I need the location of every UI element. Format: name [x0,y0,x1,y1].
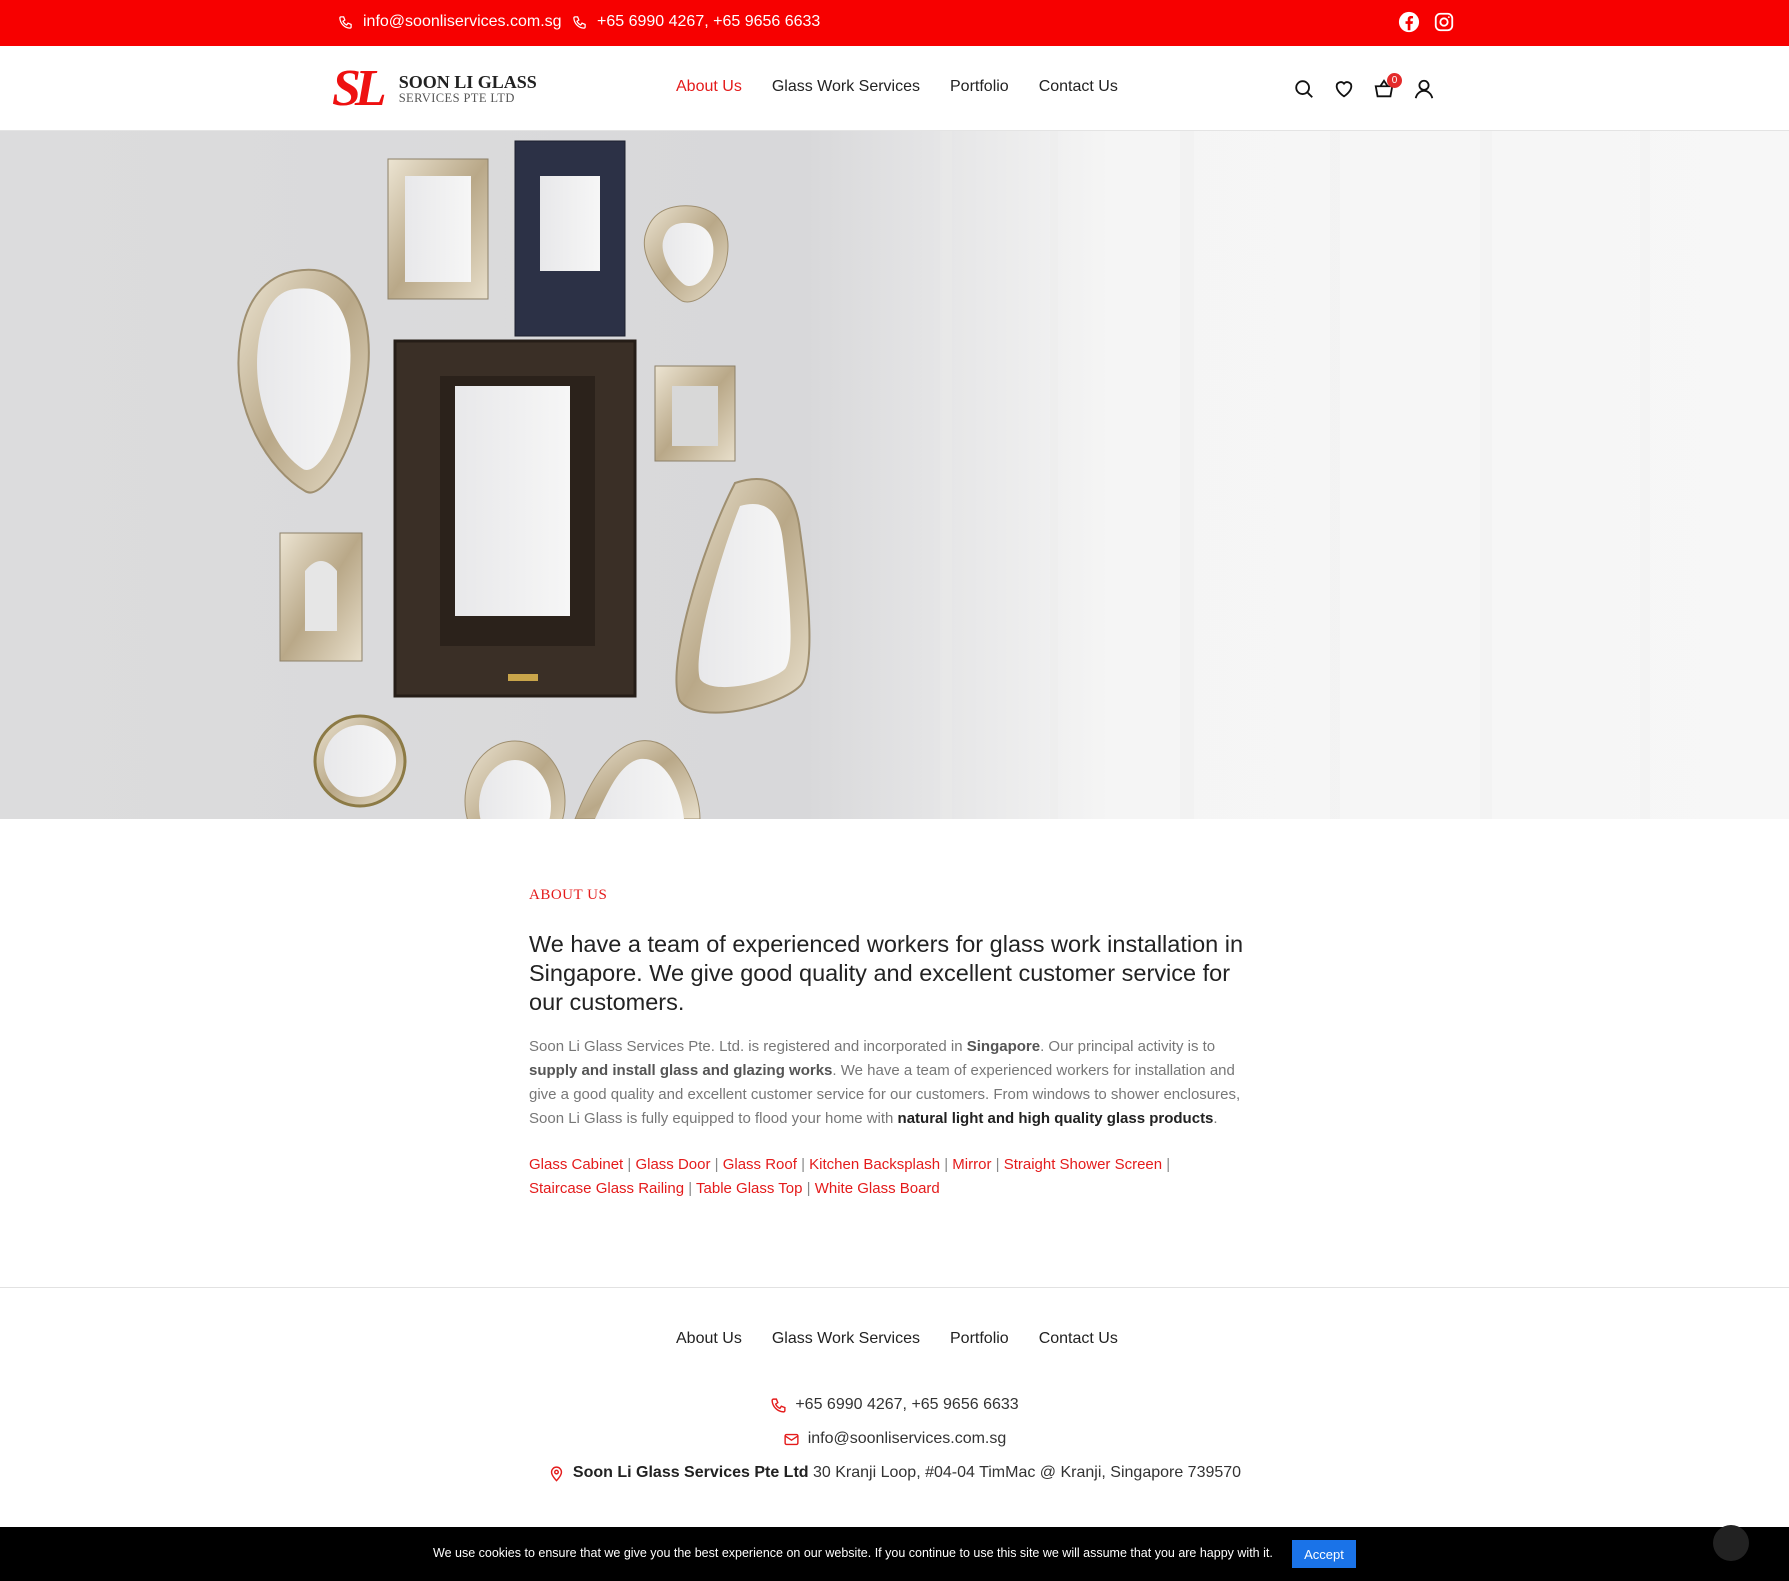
footer-email[interactable]: info@soonliservices.com.sg [0,1430,1789,1448]
topbar-phone-text: +65 6990 4267, +65 9656 6633 [597,13,821,30]
para-text-4: . [1213,1110,1218,1127]
site-header: SL SOON LI GLASS SERVICES PTE LTD About … [0,46,1789,131]
para-text-1: Soon Li Glass Services Pte. Ltd. is regi… [529,1038,967,1055]
nav-glass-work-services[interactable]: Glass Work Services [772,78,920,96]
scroll-to-top-button[interactable] [1713,1525,1749,1561]
map-pin-icon [550,1465,563,1482]
footer-nav-contact-us[interactable]: Contact Us [1039,1330,1118,1348]
link-mirror[interactable]: Mirror [952,1156,991,1173]
nav-about-us[interactable]: About Us [676,78,742,96]
main-nav: About Us Glass Work Services Portfolio C… [676,78,1148,96]
envelope-icon [784,1433,799,1445]
logo-name: SOON LI GLASS [398,72,537,92]
about-eyebrow: ABOUT US [529,887,608,903]
footer-nav-about-us[interactable]: About Us [676,1330,742,1348]
topbar-email-text: info@soonliservices.com.sg [363,13,562,30]
link-straight-shower-screen[interactable]: Straight Shower Screen [1004,1156,1162,1173]
nav-contact-us[interactable]: Contact Us [1039,78,1118,96]
link-table-glass-top[interactable]: Table Glass Top [696,1180,802,1197]
service-links: Glass Cabinet | Glass Door | Glass Roof … [529,1156,1171,1197]
hero-image [0,131,1789,819]
topbar-phone[interactable]: +65 6990 4267, +65 9656 6633 [572,13,820,31]
footer-address-text: 30 Kranji Loop, #04-04 TimMac @ Kranji, … [813,1464,1242,1481]
link-kitchen-backsplash[interactable]: Kitchen Backsplash [809,1156,940,1173]
phone-icon [573,15,586,29]
para-text-2: . Our principal activity is to [1040,1038,1216,1055]
footer-phone[interactable]: +65 6990 4267, +65 9656 6633 [0,1396,1789,1414]
top-bar: info@soonliservices.com.sg +65 6990 4267… [0,0,1789,46]
cookie-text: We use cookies to ensure that we give yo… [433,1546,1273,1560]
search-icon[interactable] [1293,78,1315,100]
instagram-icon[interactable] [1433,11,1455,33]
footer-nav-portfolio[interactable]: Portfolio [950,1330,1009,1348]
link-staircase-glass-railing[interactable]: Staircase Glass Railing [529,1180,684,1197]
about-paragraph: Soon Li Glass Services Pte. Ltd. is regi… [529,1035,1245,1131]
footer-phone-text: +65 6990 4267, +65 9656 6633 [795,1396,1019,1413]
heart-icon[interactable] [1333,78,1355,100]
about-section: ABOUT US We have a team of experienced w… [529,887,1245,1201]
link-glass-cabinet[interactable]: Glass Cabinet [529,1156,623,1173]
footer-nav-glass-work-services[interactable]: Glass Work Services [772,1330,920,1348]
topbar-email[interactable]: info@soonliservices.com.sg [338,13,562,31]
about-heading: We have a team of experienced workers fo… [529,931,1244,1015]
para-bold-natural-light: natural light and high quality glass pro… [897,1110,1214,1127]
cookie-banner: We use cookies to ensure that we give yo… [0,1527,1789,1581]
footer-divider [0,1287,1789,1288]
footer-address: Soon Li Glass Services Pte Ltd 30 Kranji… [0,1464,1789,1482]
link-glass-roof[interactable]: Glass Roof [723,1156,797,1173]
logo-subtitle: SERVICES PTE LTD [398,91,515,105]
cart-count-badge: 0 [1387,73,1402,88]
footer-nav: About Us Glass Work Services Portfolio C… [676,1330,1148,1348]
facebook-icon[interactable] [1398,11,1420,33]
accept-cookies-button[interactable]: Accept [1292,1540,1356,1568]
logo-mark: SL [332,60,387,117]
para-bold-singapore: Singapore [966,1038,1041,1055]
footer-email-text: info@soonliservices.com.sg [807,1430,1007,1447]
user-icon[interactable] [1413,78,1435,100]
nav-portfolio[interactable]: Portfolio [950,78,1009,96]
footer-company-name: Soon Li Glass Services Pte Ltd [572,1464,809,1481]
site-logo[interactable]: SL SOON LI GLASS SERVICES PTE LTD [332,60,537,117]
logo-text: SOON LI GLASS SERVICES PTE LTD [399,73,537,105]
mirrors-illustration [237,131,1650,819]
phone-icon [771,1397,786,1413]
para-bold-supply: supply and install glass and glazing wor… [529,1062,833,1079]
phone-icon [339,15,352,29]
link-glass-door[interactable]: Glass Door [635,1156,710,1173]
link-white-glass-board[interactable]: White Glass Board [815,1180,940,1197]
